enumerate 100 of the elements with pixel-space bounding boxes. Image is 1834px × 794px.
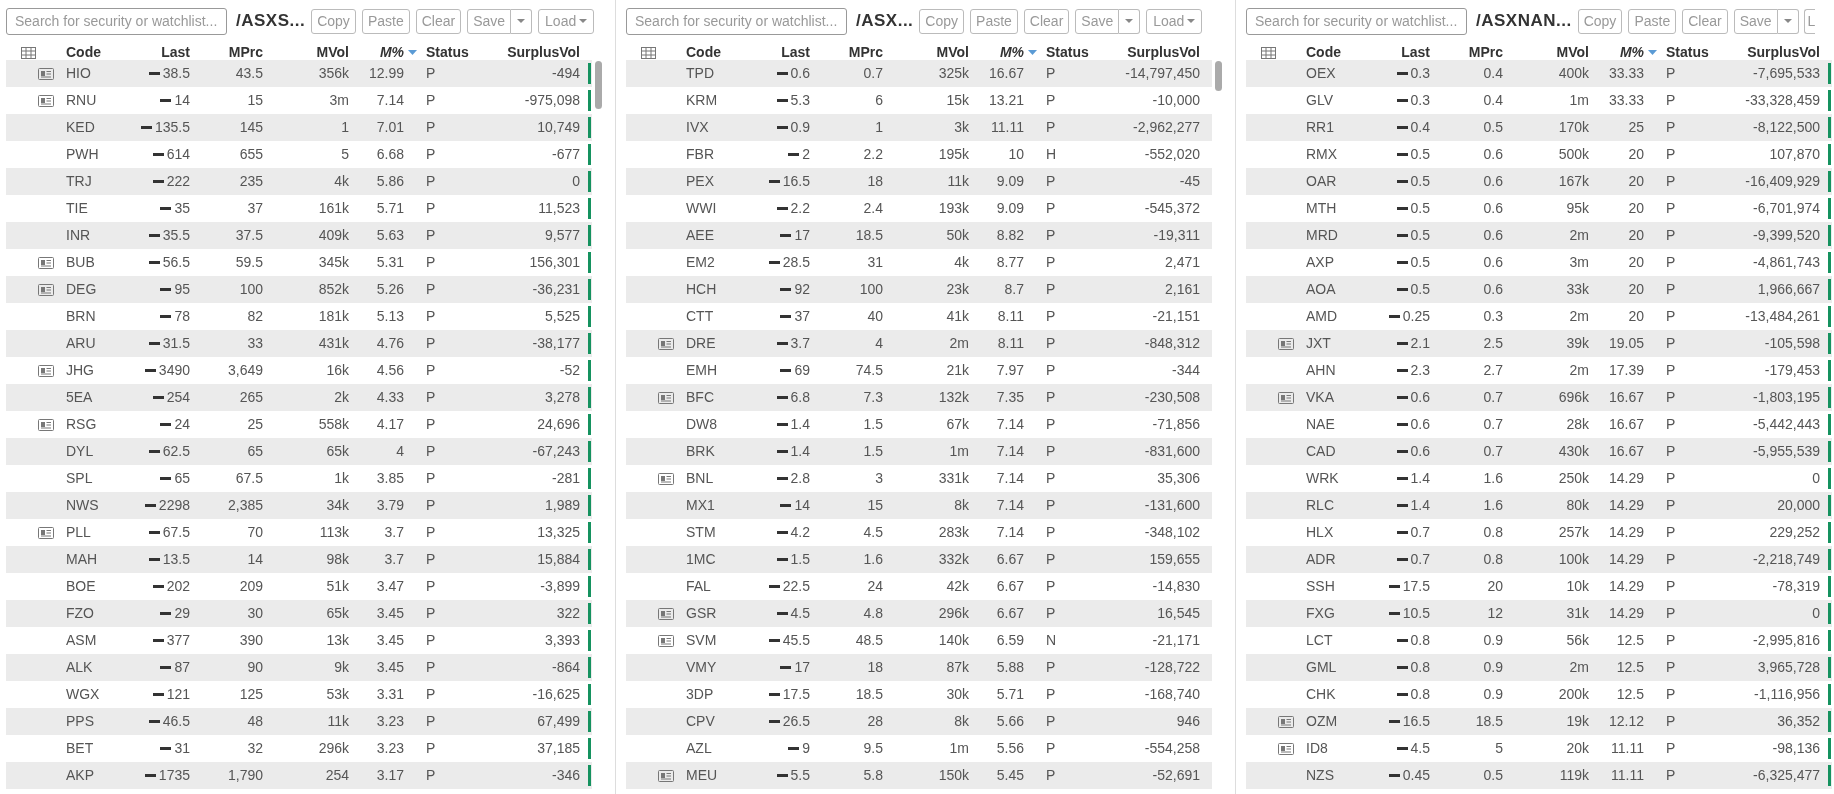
table-row[interactable]: DEG 95 100 852k 5.26 P -36,231: [6, 276, 592, 303]
table-cell-text: 1.5: [862, 415, 883, 434]
column-header[interactable]: Code: [678, 42, 750, 63]
column-header[interactable]: Status: [1657, 42, 1740, 63]
column-header[interactable]: MPrc: [1430, 42, 1503, 63]
table-row[interactable]: 1MC 1.5 1.6 332k 6.67 P 159,655: [626, 546, 1212, 573]
search-field[interactable]: Search for security or watchlist...: [1246, 7, 1467, 35]
save-menu-button[interactable]: [511, 8, 533, 34]
table-row[interactable]: CPV 26.5 28 8k 5.66 P 946: [626, 708, 1212, 735]
table-row[interactable]: KED 135.5 145 1 7.01 P 10,749: [6, 114, 592, 141]
table-cell-text: INR: [65, 226, 92, 245]
table-cell-text: P: [1045, 253, 1057, 272]
column-header[interactable]: SurplusVol: [1120, 42, 1200, 63]
table-row[interactable]: AKP 1735 1,790 254 3.17 P -346: [6, 762, 592, 789]
table-row[interactable]: NZS 0.45 0.5 119k 11.11 P -6,325,477: [1246, 762, 1832, 789]
column-header[interactable]: Last: [130, 42, 190, 63]
table-row[interactable]: MAH 13.5 14 98k 3.7 P 15,884: [6, 546, 592, 573]
newspaper-icon[interactable]: [1278, 391, 1294, 404]
table-row[interactable]: JXT 2.1 2.5 39k 19.05 P -105,598: [1246, 330, 1832, 357]
scrollbar-thumb[interactable]: [1215, 61, 1222, 91]
table-row[interactable]: ALK 87 90 9k 3.45 P -864: [6, 654, 592, 681]
newspaper-icon[interactable]: [658, 337, 674, 350]
table-row[interactable]: INR 35.5 37.5 409k 5.63 P 9,577: [6, 222, 592, 249]
column-header[interactable]: SurplusVol: [1740, 42, 1820, 63]
column-header[interactable]: MVol: [883, 42, 969, 63]
table-row[interactable]: MRD 0.5 0.6 2m 20 P -9,399,520: [1246, 222, 1832, 249]
newspaper-icon[interactable]: [658, 634, 674, 647]
table-row[interactable]: OAR 0.5 0.6 167k 20 P -16,409,929: [1246, 168, 1832, 195]
table-row[interactable]: FZO 29 30 65k 3.45 P 322: [6, 600, 592, 627]
table-row[interactable]: CAD 0.6 0.7 430k 16.67 P -5,955,539: [1246, 438, 1832, 465]
table-row[interactable]: AOA 0.5 0.6 33k 20 P 1,966,667: [1246, 276, 1832, 303]
table-icon[interactable]: [1260, 46, 1276, 59]
table-row[interactable]: ADR 0.7 0.8 100k 14.29 P -2,218,749: [1246, 546, 1832, 573]
table-row[interactable]: AEE 17 18.5 50k 8.82 P -19,311: [626, 222, 1212, 249]
newspaper-icon[interactable]: [1278, 715, 1294, 728]
table-row[interactable]: HIO 38.5 43.5 356k 12.99 P -494: [6, 60, 592, 87]
newspaper-icon[interactable]: [658, 472, 674, 485]
newspaper-icon[interactable]: [38, 364, 54, 377]
table-row[interactable]: TRJ 222 235 4k 5.86 P 0: [6, 168, 592, 195]
table-row[interactable]: ARU 31.5 33 431k 4.76 P -38,177: [6, 330, 592, 357]
column-header[interactable]: Code: [58, 42, 130, 63]
table-icon[interactable]: [640, 46, 656, 59]
column-header[interactable]: MPrc: [810, 42, 883, 63]
column-header[interactable]: SurplusVol: [500, 42, 580, 63]
newspaper-icon[interactable]: [658, 607, 674, 620]
scrollbar-thumb[interactable]: [595, 61, 602, 109]
table-row[interactable]: BRK 1.4 1.5 1m 7.14 P -831,600: [626, 438, 1212, 465]
table-row[interactable]: VMY 17 18 87k 5.88 P -128,722: [626, 654, 1212, 681]
table-row[interactable]: FXG 10.5 12 31k 14.29 P 0: [1246, 600, 1832, 627]
table-row[interactable]: DRE 3.7 4 2m 8.11 P -848,312: [626, 330, 1212, 357]
newspaper-icon[interactable]: [658, 391, 674, 404]
table-cell-text: 6.67: [995, 577, 1025, 596]
table-row[interactable]: HCH 92 100 23k 8.7 P 2,161: [626, 276, 1212, 303]
table-row[interactable]: TPD 0.6 0.7 325k 16.67 P -14,797,450: [626, 60, 1212, 87]
column-header[interactable]: Code: [1298, 42, 1370, 63]
table-row[interactable]: VKA 0.6 0.7 696k 16.67 P -1,803,195: [1246, 384, 1832, 411]
table-cell-text: -38,177: [531, 334, 580, 353]
newspaper-icon[interactable]: [38, 418, 54, 431]
table-row[interactable]: PEX 16.5 18 11k 9.09 P -45: [626, 168, 1212, 195]
table-row[interactable]: OZM 16.5 18.5 19k 12.12 P 36,352: [1246, 708, 1832, 735]
table-row[interactable]: PPS 46.5 48 11k 3.23 P 67,499: [6, 708, 592, 735]
column-header[interactable]: Status: [417, 42, 500, 63]
newspaper-icon[interactable]: [658, 769, 674, 782]
table-cell-text: 9,577: [543, 226, 580, 245]
table-row[interactable]: NWS 2298 2,385 34k 3.79 P 1,989: [6, 492, 592, 519]
table-row[interactable]: 5EA 254 265 2k 4.33 P 3,278: [6, 384, 592, 411]
column-header[interactable]: Status: [1037, 42, 1120, 63]
table-row[interactable]: GSR 4.5 4.8 296k 6.67 P 16,545: [626, 600, 1212, 627]
newspaper-icon[interactable]: [38, 67, 54, 80]
newspaper-icon[interactable]: [38, 283, 54, 296]
save-menu-button[interactable]: [1777, 8, 1799, 34]
table-cell-text: P: [1045, 442, 1057, 461]
table-row[interactable]: RLC 1.4 1.6 80k 14.29 P 20,000: [1246, 492, 1832, 519]
table-row[interactable]: IVX 0.9 1 3k 11.11 P -2,962,277: [626, 114, 1212, 141]
newspaper-icon[interactable]: [38, 94, 54, 107]
search-field[interactable]: Search for security or watchlist...: [626, 7, 847, 35]
table-row[interactable]: RR1 0.4 0.5 170k 25 P -8,122,500: [1246, 114, 1832, 141]
table-row[interactable]: OEX 0.3 0.4 400k 33.33 P -7,695,533: [1246, 60, 1832, 87]
column-header[interactable]: M%: [379, 42, 404, 63]
column-header[interactable]: M%: [999, 42, 1024, 63]
column-header[interactable]: Last: [1370, 42, 1430, 63]
search-field[interactable]: Search for security or watchlist...: [6, 7, 227, 35]
table-row[interactable]: MEU 5.5 5.8 150k 5.45 P -52,691: [626, 762, 1212, 789]
column-header[interactable]: MVol: [263, 42, 349, 63]
save-menu-button[interactable]: [1119, 8, 1141, 34]
column-header[interactable]: M%: [1619, 42, 1644, 63]
table-row[interactable]: BFC 6.8 7.3 132k 7.35 P -230,508: [626, 384, 1212, 411]
dash-icon: [776, 774, 788, 777]
column-header[interactable]: MPrc: [190, 42, 263, 63]
table-row[interactable]: MX1 14 15 8k 7.14 P -131,600: [626, 492, 1212, 519]
table-row[interactable]: GML 0.8 0.9 2m 12.5 P 3,965,728: [1246, 654, 1832, 681]
table-icon[interactable]: [20, 46, 36, 59]
newspaper-icon[interactable]: [1278, 337, 1294, 350]
newspaper-icon[interactable]: [38, 256, 54, 269]
column-header[interactable]: MVol: [1503, 42, 1589, 63]
column-header[interactable]: Last: [750, 42, 810, 63]
newspaper-icon[interactable]: [38, 526, 54, 539]
table-row[interactable]: DYL 62.5 65 65k 4 P -67,243: [6, 438, 592, 465]
newspaper-icon[interactable]: [1278, 742, 1294, 755]
table-cell-text: 257k: [1557, 523, 1589, 542]
